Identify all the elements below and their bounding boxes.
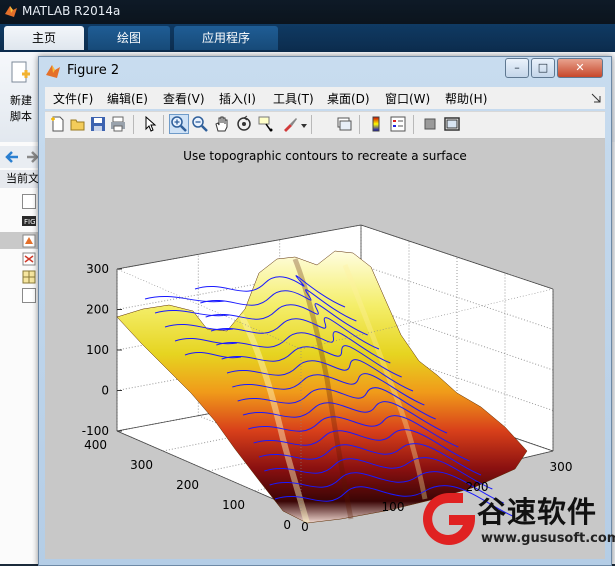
matlab-file-icon [22,234,36,248]
figure-title: Figure 2 [67,63,120,78]
tab-home[interactable]: 主页 [4,26,84,50]
open-icon[interactable] [69,115,87,133]
main-tab-strip: 主页 绘图 应用程序 [0,24,615,52]
link-plot-icon[interactable] [335,115,353,133]
fig-file-icon: FIG [22,216,36,226]
menu-view[interactable]: 查看(V) [163,90,205,107]
hide-plot-tools-icon[interactable] [421,115,439,133]
file-row[interactable] [0,268,40,285]
svg-text:FIG: FIG [24,218,36,226]
x-tick-label: 0 [301,520,309,534]
y-tick-label: 0 [283,518,291,532]
new-script-label-line1: 新建 [10,94,32,107]
minimize-button[interactable]: – [505,58,529,78]
watermark: 谷速软件 www.gususoft.com [419,485,615,559]
pointer-icon[interactable] [141,115,159,133]
colorbar-icon[interactable] [367,115,385,133]
figure-logo-icon [46,65,60,78]
brush-dropdown-icon[interactable] [301,123,307,129]
save-icon[interactable] [89,115,107,133]
new-figure-icon[interactable] [49,115,67,133]
matlab-logo-icon [5,6,17,17]
y-tick-label: 200 [176,478,199,492]
z-tick-label: -100 [82,424,109,438]
print-icon[interactable] [109,115,127,133]
app-title: MATLAB R2014a [22,4,121,18]
figure-window: Figure 2 – □ ✕ 文件(F) 编辑(E) 查看(V) 插入(I) 工… [38,56,615,566]
file-row[interactable] [0,192,40,209]
script-file-icon [22,252,36,266]
toolbar-separator [311,115,312,134]
menu-desktop[interactable]: 桌面(D) [327,90,370,107]
watermark-brand: 谷速软件 [477,495,598,529]
matlab-titlebar: MATLAB R2014a [0,0,615,24]
show-plot-tools-icon[interactable] [443,115,461,133]
file-icon [22,194,36,209]
legend-icon[interactable] [389,115,407,133]
menu-window[interactable]: 窗口(W) [385,90,430,107]
folder-nav-bar [0,146,40,168]
figure-toolbar [45,111,605,139]
z-tick-label: 300 [86,262,109,276]
back-arrow-icon[interactable] [4,149,20,165]
zoom-out-icon[interactable] [191,115,209,133]
menu-edit[interactable]: 编辑(E) [107,90,148,107]
menu-tools[interactable]: 工具(T) [273,90,314,107]
z-tick-label: 200 [86,303,109,317]
close-button[interactable]: ✕ [557,58,603,78]
data-cursor-icon[interactable] [257,115,275,133]
toolbar-separator [413,115,414,134]
file-row[interactable]: FIG [0,212,40,229]
y-tick-label: 100 [222,498,245,512]
menu-insert[interactable]: 插入(I) [219,90,256,107]
file-row[interactable] [0,286,40,303]
tab-apps[interactable]: 应用程序 [174,26,278,50]
x-tick-label: 300 [550,460,573,474]
file-icon [22,288,36,303]
y-tick-label: 300 [130,458,153,472]
tab-plots[interactable]: 绘图 [88,26,170,50]
menu-help[interactable]: 帮助(H) [445,90,487,107]
toolbar-separator [359,115,360,134]
y-tick-label: 400 [84,438,107,452]
new-script-icon [11,61,30,83]
current-folder-panel: 当前文 FIG [0,142,41,564]
pan-icon[interactable] [213,115,231,133]
dock-arrow-icon[interactable] [591,93,601,103]
zoom-in-icon[interactable] [169,114,189,134]
figure-canvas[interactable]: Use topographic contours to recreate a s… [45,139,615,559]
maximize-button[interactable]: □ [531,58,555,78]
x-tick-label: 100 [382,500,405,514]
gususoft-logo-icon [423,493,475,545]
brush-icon[interactable] [281,115,299,133]
menu-file[interactable]: 文件(F) [53,90,93,107]
rotate-3d-icon[interactable] [235,115,253,133]
watermark-url: www.gususoft.com [481,531,615,546]
figure-menubar: 文件(F) 编辑(E) 查看(V) 插入(I) 工具(T) 桌面(D) 窗口(W… [45,87,605,109]
new-script-button[interactable]: 新建 脚本 [4,58,38,128]
file-row-selected[interactable] [0,232,40,249]
new-script-label-line2: 脚本 [10,110,32,123]
table-file-icon [22,270,36,284]
forward-arrow-icon[interactable] [26,149,38,165]
current-folder-label: 当前文 [0,170,40,188]
file-row[interactable] [0,250,40,267]
toolbar-separator [163,115,164,134]
toolbar-separator [133,115,134,134]
z-tick-label: 100 [86,343,109,357]
z-tick-label: 0 [101,384,109,398]
